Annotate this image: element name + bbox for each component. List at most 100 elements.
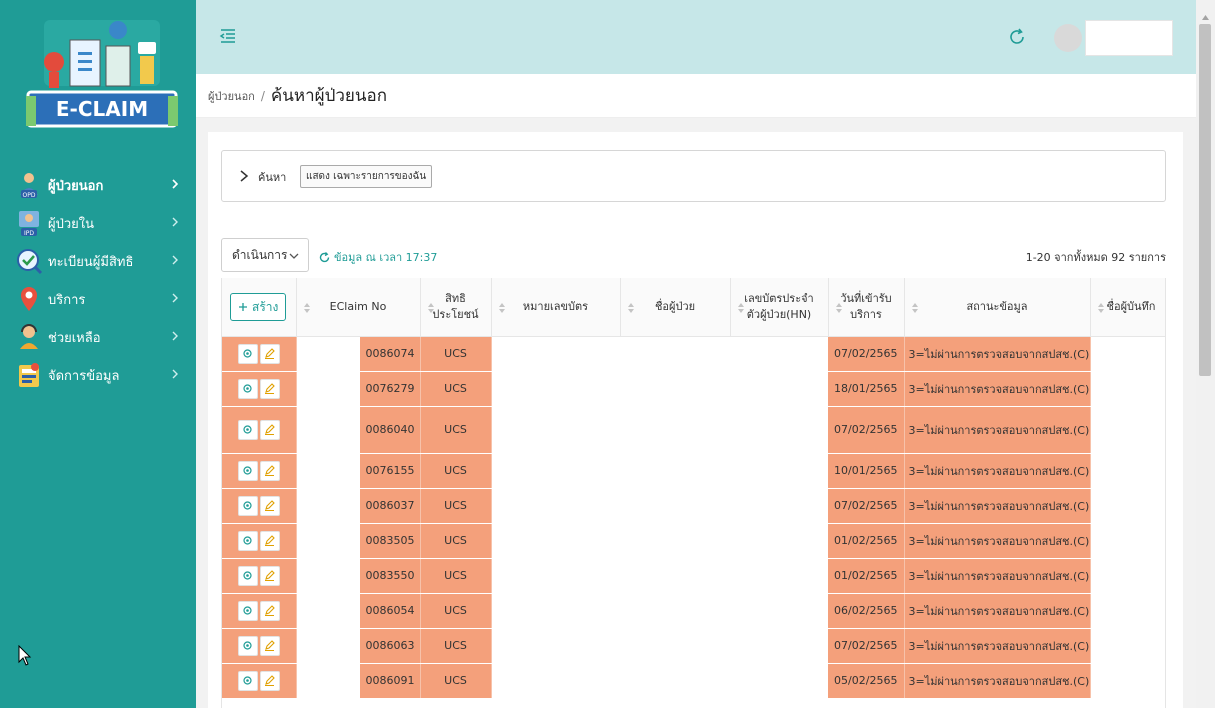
table-row[interactable]: 0086091 UCS 05/02/2565 3=ไม่ผ่านการตรวจสอบจ…: [222, 663, 1165, 699]
refresh-icon[interactable]: [1006, 26, 1028, 48]
header-service-date[interactable]: วันที่เข้ารับบริการ: [828, 278, 905, 337]
edit-icon[interactable]: [259, 635, 280, 656]
sidebar-item-help[interactable]: ช่วยเหลือ: [0, 318, 196, 356]
service-date-cell: 07/02/2565: [828, 335, 905, 372]
table-row[interactable]: 0086037 UCS 07/02/2565 3=ไม่ผ่านการตรวจสอบจ…: [222, 488, 1165, 524]
sort-icon: [303, 303, 310, 313]
header-label: วันที่เข้ารับ: [840, 291, 892, 305]
table-row[interactable]: 0076155 UCS 10/01/2565 3=ไม่ผ่านการตรวจสอบจ…: [222, 453, 1165, 489]
edit-icon[interactable]: [259, 495, 280, 516]
show-mine-only-button[interactable]: แสดง เฉพาะรายการของฉัน: [300, 165, 433, 188]
user-name-box[interactable]: [1085, 20, 1173, 56]
sidebar-item-data-management[interactable]: จัดการข้อมูล: [0, 356, 196, 394]
table-row[interactable]: 0083550 UCS 01/02/2565 3=ไม่ผ่านการตรวจสอบจ…: [222, 558, 1165, 594]
edit-icon[interactable]: [259, 600, 280, 621]
status-cell: 3=ไม่ผ่านการตรวจสอบจากสปสช.(C): [904, 558, 1091, 594]
scroll-up-arrow-icon[interactable]: [1201, 6, 1210, 20]
patient-name-cell: [620, 663, 730, 699]
redacted-block: [296, 337, 360, 370]
search-toggle-label[interactable]: ค้นหา: [258, 168, 286, 186]
header-card-no[interactable]: หมายเลขบัตร: [491, 278, 621, 337]
eclaim-no-text: 0086063: [365, 639, 415, 652]
pagination-summary: 1-20 จากทั้งหมด 92 รายการ: [1025, 251, 1166, 264]
recorder-cell: [1090, 593, 1165, 629]
sidebar-item-ipd[interactable]: IPD ผู้ป่วยใน: [0, 204, 196, 242]
header-label: บริการ: [850, 307, 882, 321]
service-date-cell: 10/01/2565: [828, 453, 905, 489]
edit-icon[interactable]: [259, 565, 280, 586]
sort-icon: [627, 303, 634, 313]
header-label: สิทธิ: [445, 291, 466, 305]
row-actions: [222, 453, 297, 489]
edit-icon[interactable]: [259, 460, 280, 481]
header-right[interactable]: สิทธิ ประโยชน์: [420, 278, 492, 337]
table-row[interactable]: 0086063 UCS 07/02/2565 3=ไม่ผ่านการตรวจสอบจ…: [222, 628, 1165, 664]
page-scrollbar[interactable]: [1196, 0, 1215, 708]
header-patient-name[interactable]: ชื่อผู้ป่วย: [620, 278, 731, 337]
data-refresh-link[interactable]: ข้อมูล ณ เวลา 17:37: [318, 248, 437, 266]
hn-cell: [730, 371, 828, 407]
breadcrumb-parent-link[interactable]: ผู้ป่วยนอก: [208, 87, 255, 105]
logo-text: E-CLAIM: [56, 97, 148, 121]
sort-icon: [1097, 303, 1104, 313]
scrollbar-thumb[interactable]: [1199, 24, 1211, 376]
sort-icon: [498, 303, 505, 313]
header-recorder[interactable]: ชื่อผู้บันทึก: [1090, 278, 1165, 337]
view-icon[interactable]: [237, 419, 258, 440]
table-row[interactable]: 0086074 UCS 07/02/2565 3=ไม่ผ่านการตรวจสอบจ…: [222, 335, 1165, 372]
view-icon[interactable]: [237, 460, 258, 481]
view-icon[interactable]: [237, 600, 258, 621]
service-date-cell: 06/02/2565: [828, 593, 905, 629]
menu-collapse-icon[interactable]: [218, 26, 238, 46]
card-no-cell: [491, 488, 620, 524]
view-icon[interactable]: [237, 565, 258, 586]
table-row[interactable]: 0086040 UCS 07/02/2565 3=ไม่ผ่านการตรวจสอบจ…: [222, 406, 1165, 454]
card-no-cell: [491, 335, 620, 372]
edit-icon[interactable]: [259, 419, 280, 440]
app-window: E-CLAIM OPD ผู้ป่วยนอก IPD ผู้ป่วยใน ทะเ…: [0, 0, 1215, 708]
row-actions: [222, 406, 297, 454]
card-no-cell: [491, 663, 620, 699]
eclaim-logo[interactable]: E-CLAIM: [22, 16, 182, 136]
expand-arrow-icon[interactable]: [237, 168, 251, 184]
hn-cell: [730, 663, 828, 699]
sidebar: E-CLAIM OPD ผู้ป่วยนอก IPD ผู้ป่วยใน ทะเ…: [0, 0, 196, 708]
view-icon[interactable]: [237, 530, 258, 551]
view-icon[interactable]: [237, 343, 258, 364]
header-label: สถานะข้อมูล: [966, 299, 1028, 313]
patient-name-cell: [620, 406, 730, 454]
mouse-cursor-icon: [18, 644, 32, 667]
table-row[interactable]: 0083505 UCS 01/02/2565 3=ไม่ผ่านการตรวจสอบจ…: [222, 523, 1165, 559]
header-eclaim-no[interactable]: EClaim No: [296, 278, 421, 337]
recorder-cell: [1090, 628, 1165, 664]
edit-icon[interactable]: [259, 378, 280, 399]
header-hn[interactable]: เลขบัตรประจำ ตัวผู้ป่วย(HN): [730, 278, 829, 337]
edit-icon[interactable]: [259, 530, 280, 551]
service-date-cell: 07/02/2565: [828, 488, 905, 524]
right-cell: UCS: [420, 558, 492, 594]
view-icon[interactable]: [237, 635, 258, 656]
header-label: ตัวผู้ป่วย(HN): [746, 307, 812, 321]
sidebar-item-services[interactable]: บริการ: [0, 280, 196, 318]
avatar[interactable]: [1054, 24, 1082, 52]
status-cell: 3=ไม่ผ่านการตรวจสอบจากสปสช.(C): [904, 593, 1091, 629]
view-icon[interactable]: [237, 670, 258, 691]
header-status[interactable]: สถานะข้อมูล: [904, 278, 1091, 337]
sidebar-item-label: ผู้ป่วยนอก: [48, 178, 104, 194]
service-date-cell: 07/02/2565: [828, 628, 905, 664]
recorder-cell: [1090, 523, 1165, 559]
location-pin-icon: [15, 285, 43, 313]
edit-icon[interactable]: [259, 343, 280, 364]
table-row[interactable]: 0076279 UCS 18/01/2565 3=ไม่ผ่านการตรวจสอบจ…: [222, 371, 1165, 407]
view-icon[interactable]: [237, 495, 258, 516]
action-dropdown-button[interactable]: ดำเนินการ: [221, 238, 309, 272]
edit-icon[interactable]: [259, 670, 280, 691]
view-icon[interactable]: [237, 378, 258, 399]
table-row[interactable]: 0086054 UCS 06/02/2565 3=ไม่ผ่านการตรวจสอบจ…: [222, 593, 1165, 629]
eclaim-no-text: 0086037: [365, 499, 415, 512]
svg-text:IPD: IPD: [24, 230, 34, 237]
sidebar-item-registry[interactable]: ทะเบียนผู้มีสิทธิ: [0, 242, 196, 280]
create-button[interactable]: สร้าง: [230, 292, 287, 321]
sidebar-item-opd[interactable]: OPD ผู้ป่วยนอก: [0, 166, 196, 204]
plus-icon: [239, 302, 247, 311]
